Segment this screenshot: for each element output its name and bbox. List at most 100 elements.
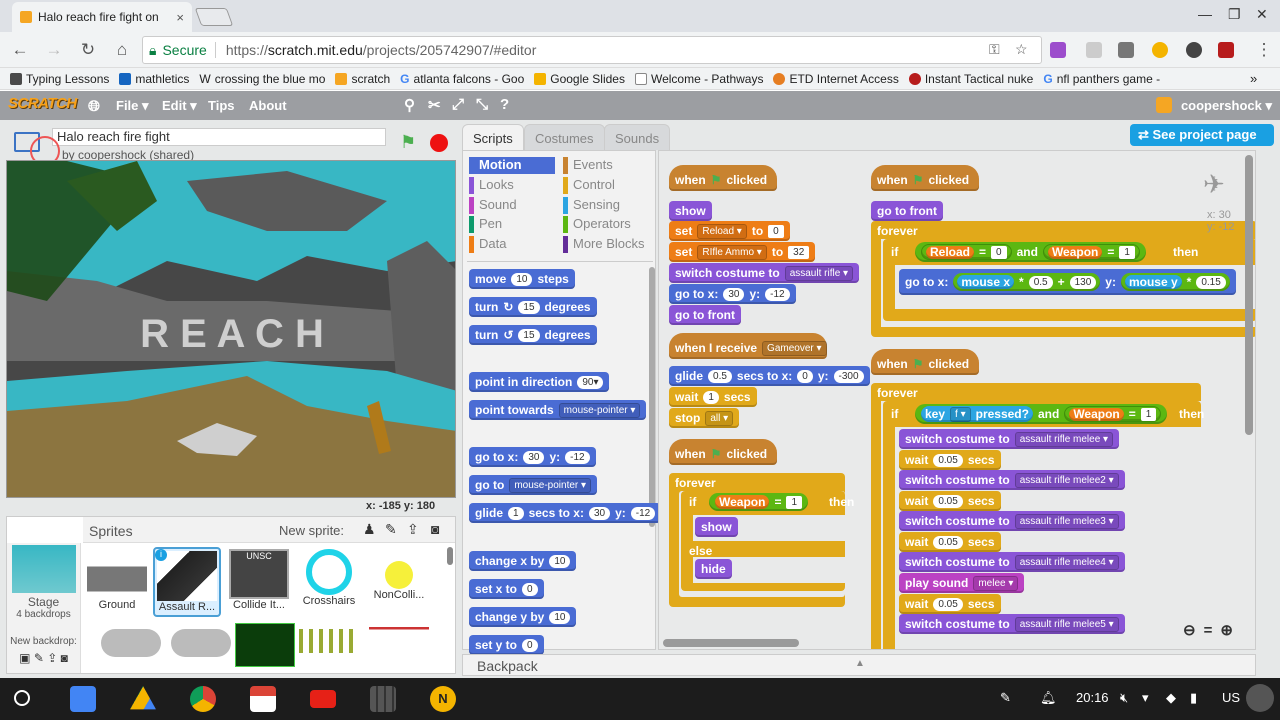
block-input[interactable]: 0.05 (933, 453, 963, 467)
block-if[interactable]: if Reload = 0 and Weapon = 1 then go to x: m… (883, 239, 1255, 321)
block-turn-right[interactable]: turn ↻ 15 degrees (469, 297, 597, 317)
block-forever[interactable]: forever if Reload = 0 and Weapon = 1 then go… (871, 221, 1255, 337)
stylus-icon[interactable]: ✎ (1000, 690, 1011, 706)
video-player-icon[interactable] (370, 686, 396, 712)
category-looks[interactable]: Looks (469, 177, 555, 194)
block-dropdown[interactable]: Gameover ▾ (762, 340, 827, 356)
block-move-steps[interactable]: move 10 steps (469, 269, 575, 289)
drive-icon[interactable] (130, 686, 156, 710)
sprite-nolives[interactable] (231, 621, 299, 667)
clock[interactable]: 20:16 (1076, 690, 1109, 705)
close-window-icon[interactable]: ✕ (1256, 6, 1268, 23)
bookmark-star-icon[interactable]: ☆ (1015, 41, 1028, 58)
green-flag-icon[interactable]: ⚑ (400, 132, 416, 153)
zoom-out-icon[interactable]: ⊖ (1183, 622, 1204, 639)
url-input[interactable]: 🔒︎ Secure https:// scratch.mit.edu /proj… (142, 36, 1042, 64)
block-input[interactable]: 10 (549, 610, 571, 624)
block-point-direction[interactable]: point in direction 90▾ (469, 372, 610, 392)
grow-tool-icon[interactable]: ⤢ (452, 96, 464, 113)
block-dropdown[interactable]: assault rifle melee2 ▾ (1014, 472, 1119, 488)
sprite-collide-item[interactable]: UNSC Collide It... (225, 547, 293, 617)
bookmark-crossing[interactable]: Wcrossing the blue mo (199, 72, 325, 86)
wifi-icon[interactable]: ▾ (1142, 690, 1149, 706)
block-weapon-equals[interactable]: Weapon = 1 (1042, 244, 1140, 260)
menu-about[interactable]: About (249, 98, 287, 113)
block-wait[interactable]: wait 1 secs (669, 387, 757, 407)
block-show[interactable]: show (669, 201, 712, 221)
block-mouse-y-calc[interactable]: mouse y * 0.15 (1120, 273, 1230, 291)
extension-film-icon[interactable] (1218, 42, 1234, 58)
more-bookmarks-icon[interactable]: » (1250, 71, 1257, 86)
block-input[interactable]: 0 (522, 582, 538, 596)
tab-sounds[interactable]: Sounds (604, 124, 671, 150)
block-input[interactable]: 0 (768, 224, 784, 238)
reporter-mouse-y[interactable]: mouse y (1124, 275, 1182, 289)
block-switch-costume[interactable]: switch costume to assault rifle melee ▾ (899, 429, 1120, 449)
sprite-dots[interactable] (295, 627, 363, 667)
block-point-towards[interactable]: point towards mouse-pointer ▾ (469, 400, 647, 420)
close-tab-icon[interactable]: × (176, 10, 184, 25)
block-input[interactable]: 0 (797, 369, 813, 383)
category-pen[interactable]: Pen (469, 216, 555, 233)
bookmark-panthers[interactable]: Gnfl panthers game - (1043, 72, 1160, 86)
hat-when-flag-clicked[interactable]: when ⚑ clicked (871, 349, 979, 375)
bookmark-typing[interactable]: Typing Lessons (10, 72, 109, 86)
block-input[interactable]: 30 (523, 450, 545, 464)
block-set-rifle-ammo[interactable]: set RIfle Ammo ▾ to 32 (669, 242, 816, 262)
bookmark-pathways[interactable]: Welcome - Pathways (634, 72, 763, 86)
block-and[interactable]: Reload = 0 and Weapon = 1 (915, 242, 1146, 262)
block-turn-left[interactable]: turn ↺ 15 degrees (469, 325, 597, 345)
block-play-sound[interactable]: play sound melee ▾ (899, 573, 1025, 593)
block-mouse-x-calc[interactable]: mouse x * 0.5 +130 (953, 273, 1101, 291)
block-dropdown[interactable]: assault rifle melee5 ▾ (1014, 616, 1119, 632)
block-dropdown[interactable]: f ▾ (950, 406, 971, 422)
key-icon[interactable]: ⚿ (989, 41, 1000, 58)
extension-gear-icon[interactable] (1186, 42, 1202, 58)
block-dropdown[interactable]: assault rifle melee4 ▾ (1014, 554, 1119, 570)
menu-tips[interactable]: Tips (208, 98, 235, 113)
block-input[interactable]: 0.15 (1196, 275, 1226, 289)
launcher-icon[interactable] (14, 690, 30, 706)
sprite-noncollide[interactable]: NonColli... (365, 547, 433, 617)
sprite-library-icon[interactable]: ♟ (363, 521, 376, 538)
block-glide[interactable]: glide 0.5 secs to x: 0 y: -300 (669, 366, 870, 386)
block-show[interactable]: show (695, 517, 738, 537)
camera-backdrop-icon[interactable]: ◙ (61, 651, 68, 665)
delete-tool-icon[interactable]: ✂ (428, 96, 441, 114)
reporter-weapon[interactable]: Weapon (1069, 407, 1124, 421)
block-change-x[interactable]: change x by 10 (469, 551, 577, 571)
duplicate-tool-icon[interactable]: ⚲ (404, 96, 415, 114)
block-dropdown[interactable]: mouse-pointer ▾ (509, 477, 592, 493)
block-glide[interactable]: glide 1 secs to x: 30 y: -12 (469, 503, 662, 523)
maximize-icon[interactable]: ❐ (1228, 6, 1241, 23)
block-and[interactable]: key f ▾ pressed? and Weapon = 1 (915, 404, 1168, 424)
youtube-icon[interactable] (310, 690, 336, 708)
bookmark-falcons[interactable]: Gatlanta falcons - Goo (400, 72, 524, 86)
mute-icon[interactable]: 🔇︎ (1120, 690, 1128, 706)
upload-sprite-icon[interactable]: ⇪ (407, 521, 419, 538)
reload-icon[interactable]: ↻ (78, 40, 98, 60)
block-goto-xy[interactable]: go to x: 30 y: -12 (469, 447, 596, 467)
sprite-smoke-1[interactable] (97, 627, 165, 667)
stage-canvas[interactable]: R E A C H (6, 160, 456, 498)
category-sound[interactable]: Sound (469, 197, 555, 214)
backdrop-library-icon[interactable]: ▣ (19, 651, 30, 665)
block-stop[interactable]: stop all ▾ (669, 408, 740, 428)
block-forever[interactable]: forever if key f ▾ pressed? and Weapon = 1 t… (871, 383, 1204, 649)
keep-icon[interactable]: N (430, 686, 456, 712)
block-dropdown[interactable]: assault rifle melee ▾ (1014, 431, 1114, 447)
bookmark-slides[interactable]: Google Slides (534, 72, 625, 86)
block-dropdown[interactable]: Reload ▾ (697, 223, 747, 239)
reporter-mouse-x[interactable]: mouse x (957, 275, 1015, 289)
block-dropdown[interactable]: all ▾ (705, 410, 734, 426)
notifications-icon[interactable]: 🔔︎ (1040, 690, 1057, 706)
block-go-to-front[interactable]: go to front (871, 201, 943, 221)
zoom-reset-icon[interactable]: = (1204, 622, 1221, 639)
bookmark-etd[interactable]: ETD Internet Access (773, 72, 899, 86)
block-weapon-equals[interactable]: Weapon = 1 (709, 493, 809, 511)
scripts-hscrollbar[interactable] (663, 639, 799, 647)
scratch-logo[interactable]: SCRATCH (8, 95, 77, 112)
battery-icon[interactable]: ▮ (1190, 690, 1197, 706)
block-switch-costume[interactable]: switch costume to assault rifle ▾ (669, 263, 860, 283)
block-input[interactable]: 0.05 (933, 494, 963, 508)
